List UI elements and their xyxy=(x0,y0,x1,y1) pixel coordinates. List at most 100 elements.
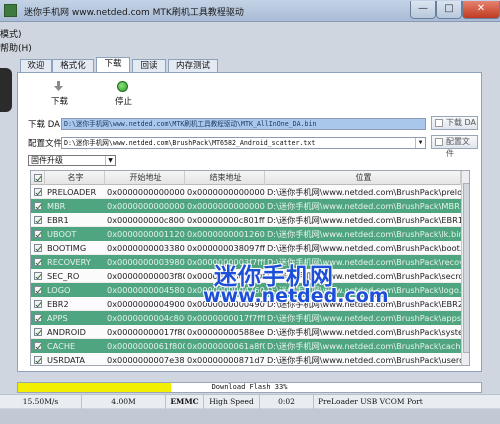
row-checkbox[interactable] xyxy=(31,185,45,199)
checkbox-checked-icon[interactable] xyxy=(34,230,42,238)
download-mode-value: 固件升级 xyxy=(31,156,63,165)
table-row[interactable]: EBR10x000000000c800000x00000000c801ffD:\… xyxy=(31,213,461,227)
vertical-scrollbar[interactable] xyxy=(461,171,469,365)
table-row[interactable]: MBR0x00000000000000000x0000000000000000D… xyxy=(31,199,461,213)
header-checkbox[interactable] xyxy=(31,171,45,185)
maximize-button[interactable]: □ xyxy=(436,1,462,19)
tab-memory-test[interactable]: 内存测试 xyxy=(168,59,218,72)
cell-name: MBR xyxy=(47,201,66,211)
checkbox-checked-icon[interactable] xyxy=(34,286,42,294)
checkbox-checked-icon[interactable] xyxy=(34,328,42,336)
cell-start-address: 0x0000000004580000 xyxy=(107,285,185,295)
header-end[interactable]: 结束地址 xyxy=(185,171,265,185)
menu-help[interactable]: 帮助(H) xyxy=(0,41,32,54)
stop-icon[interactable] xyxy=(117,81,128,92)
cell-name: USRDATA xyxy=(45,353,105,365)
status-size: 4.00M xyxy=(82,395,166,409)
file-icon xyxy=(435,138,443,146)
cell-name: PRELOADER xyxy=(45,185,105,199)
cell-location: D:\迷你手机网\www.netded.com\BrushPack\preloa… xyxy=(265,185,461,199)
cell-name: EBR1 xyxy=(45,213,105,227)
cell-end-address: 0x0000000061a8f09f xyxy=(187,341,265,351)
table-row[interactable]: PRELOADER0x00000000000000000x00000000000… xyxy=(31,185,461,199)
cell-start-address: 0x000000000c80000 xyxy=(105,215,185,227)
header-name[interactable]: 名字 xyxy=(45,171,105,185)
checkbox-checked-icon[interactable] xyxy=(34,258,42,266)
row-checkbox[interactable] xyxy=(31,241,45,255)
checkbox-checked-icon[interactable] xyxy=(34,356,42,364)
checkbox-checked-icon[interactable] xyxy=(34,188,42,196)
status-speed: 15.50M/s xyxy=(0,395,82,409)
cell-start-address: 0x0000000000000000 xyxy=(107,201,185,211)
row-checkbox[interactable] xyxy=(31,227,45,241)
table-row[interactable]: CACHE 0x0000000061f800000x0000000061a8f09… xyxy=(31,339,461,353)
cell-end-address: 0x0000000017f7ffff xyxy=(187,313,265,323)
cell-location: D:\迷你手机网\www.netded.com\BrushPack\system… xyxy=(265,325,461,339)
checkbox-checked-icon[interactable] xyxy=(34,244,42,252)
cell-end-address: 0x0000000000000000 xyxy=(187,201,265,211)
checkbox-checked-icon[interactable] xyxy=(34,216,42,224)
tab-welcome[interactable]: 欢迎 xyxy=(20,59,52,72)
cell-location: D:\迷你手机网\www.netded.com\BrushPack\MBR xyxy=(267,201,460,211)
progress-text: Download Flash 33% xyxy=(211,383,288,391)
scatter-file-field[interactable]: D:\迷你手机网\www.netded.com\BrushPack\MT6582… xyxy=(61,137,426,149)
window-bottom-edge xyxy=(0,409,500,424)
cell-end-address: 0x0000000000000000 xyxy=(185,187,265,199)
row-checkbox[interactable] xyxy=(31,283,45,297)
stop-button-label[interactable]: 停止 xyxy=(115,95,132,107)
close-button[interactable]: ✕ xyxy=(462,1,500,19)
row-checkbox[interactable] xyxy=(31,213,45,227)
header-start[interactable]: 开始地址 xyxy=(105,171,185,185)
row-checkbox[interactable] xyxy=(31,269,45,283)
tab-readback[interactable]: 回读 xyxy=(132,59,166,72)
row-checkbox[interactable] xyxy=(31,339,45,353)
download-arrow-icon[interactable] xyxy=(53,81,64,92)
table-row[interactable]: APPS 0x0000000004c800000x0000000017f7ffff… xyxy=(31,311,461,325)
menu-mode[interactable]: 模式) xyxy=(0,27,22,40)
row-checkbox[interactable] xyxy=(31,353,45,365)
checkbox-checked-icon[interactable] xyxy=(34,300,42,308)
scatter-label: 配置文件 xyxy=(28,139,63,149)
download-agent-button-label: 下载 DA xyxy=(446,118,477,127)
table-row[interactable]: BOOTIMG0x00000000033800000x000000038097f… xyxy=(31,241,461,255)
cell-location: D:\迷你手机网\www.netded.com\BrushPack\cache.… xyxy=(267,341,461,351)
tab-format[interactable]: 格式化 xyxy=(52,59,94,72)
download-agent-field[interactable]: D:\迷你手机网\www.netded.com\MTK刷机工具教程驱动\MTK_… xyxy=(61,118,426,130)
row-checkbox[interactable] xyxy=(31,297,45,311)
table-row[interactable]: USRDATA0x0000000007e3800000x00000000871d… xyxy=(31,353,461,365)
header-location[interactable]: 位置 xyxy=(265,171,461,185)
cell-name: RECOVERY xyxy=(47,257,91,267)
chevron-down-icon[interactable]: ▼ xyxy=(415,138,425,148)
download-button-label[interactable]: 下载 xyxy=(51,95,68,107)
checkbox-checked-icon[interactable] xyxy=(34,342,42,350)
cell-start-address: 0x0000000061f80000 xyxy=(107,341,185,351)
cell-location: D:\迷你手机网\www.netded.com\BrushPack\EBR1 xyxy=(265,215,461,227)
checkbox-checked-icon[interactable] xyxy=(34,272,42,280)
scatter-file-button-label: 配置文件 xyxy=(446,137,470,158)
cell-start-address: 0x0000000004900000 xyxy=(105,299,185,311)
table-row[interactable]: UBOOT 0x00000000011200000x000000000126000… xyxy=(31,227,461,241)
download-mode-select[interactable]: 固件升级 ▼ xyxy=(28,155,116,166)
status-storage: EMMC xyxy=(166,395,204,409)
cell-start-address: 0x00000000003f80000 xyxy=(105,269,185,283)
cell-location: D:\迷你手机网\www.netded.com\BrushPack\boot.i… xyxy=(265,243,461,255)
scatter-file-button[interactable]: 配置文件 xyxy=(431,135,478,158)
minimize-button[interactable]: — xyxy=(410,1,436,19)
row-checkbox[interactable] xyxy=(31,325,45,339)
cell-end-address: 0x00000000588eefa7 xyxy=(185,327,265,339)
scrollbar-thumb[interactable] xyxy=(463,183,469,353)
checkbox-checked-icon[interactable] xyxy=(34,314,42,322)
row-checkbox[interactable] xyxy=(31,255,45,269)
cell-location: D:\迷你手机网\www.netded.com\BrushPack\apps.i… xyxy=(267,313,461,323)
row-checkbox[interactable] xyxy=(31,199,45,213)
title-bar: 迷你手机网 www.netded.com MTK刷机工具教程驱动 — □ ✕ xyxy=(0,0,500,22)
download-agent-label: 下载 DA xyxy=(28,120,60,130)
scatter-file-value: D:\迷你手机网\www.netded.com\BrushPack\MT6582… xyxy=(64,139,316,147)
download-progress-bar: Download Flash 33% xyxy=(17,382,482,393)
tab-download[interactable]: 下载 xyxy=(96,57,130,73)
table-row[interactable]: ANDROID0x00000000017f800000x00000000588e… xyxy=(31,325,461,339)
download-agent-button[interactable]: 下载 DA xyxy=(431,116,478,130)
checkbox-checked-icon[interactable] xyxy=(34,202,42,210)
row-checkbox[interactable] xyxy=(31,311,45,325)
table-header: 名字 开始地址 结束地址 位置 xyxy=(31,171,461,185)
